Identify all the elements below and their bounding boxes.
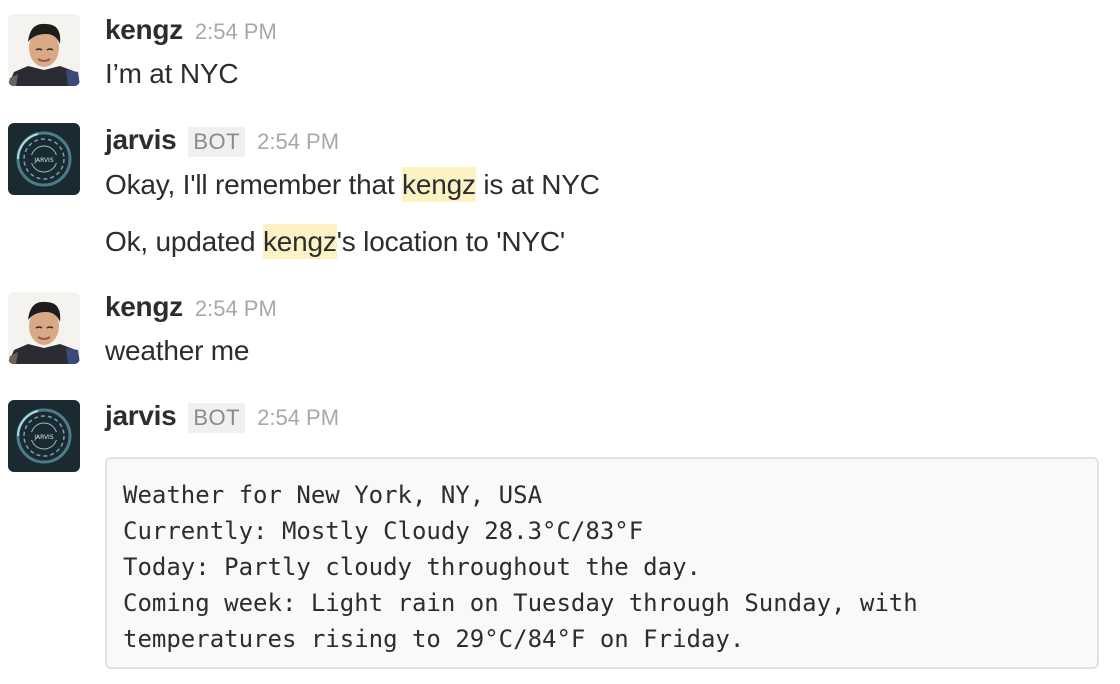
jarvis-avatar[interactable]: JARVIS: [8, 123, 80, 195]
timestamp[interactable]: 2:54 PM: [195, 296, 277, 322]
code-line: Coming week: Light rain on Tuesday throu…: [123, 589, 918, 617]
author-name[interactable]: kengz: [105, 14, 183, 46]
code-line: Currently: Mostly Cloudy 28.3°C/83°F: [123, 517, 644, 545]
timestamp[interactable]: 2:54 PM: [257, 405, 339, 431]
code-line: Weather for New York, NY, USA: [123, 481, 543, 509]
weather-code-block: Weather for New York, NY, USA Currently:…: [105, 457, 1099, 669]
text-segment: is at NYC: [475, 169, 600, 200]
message-header: jarvis BOT 2:54 PM: [105, 400, 339, 436]
author-name[interactable]: kengz: [105, 291, 183, 323]
message-text: weather me: [105, 335, 250, 366]
message-text: Ok, updated kengz's location to 'NYC': [105, 224, 566, 259]
timestamp[interactable]: 2:54 PM: [195, 19, 277, 45]
kengz-avatar[interactable]: [8, 292, 80, 364]
jarvis-avatar-label: JARVIS: [33, 157, 53, 164]
code-block-text: Weather for New York, NY, USA Currently:…: [107, 459, 1097, 657]
bot-badge: BOT: [188, 403, 246, 433]
kengz-avatar[interactable]: [8, 14, 80, 86]
text-segment: Okay, I'll remember that: [105, 169, 403, 200]
mention-highlight[interactable]: kengz: [262, 224, 337, 259]
mention-highlight[interactable]: kengz: [402, 167, 476, 202]
message-header: jarvis BOT 2:54 PM: [105, 124, 339, 160]
message-text: I’m at NYC: [105, 58, 239, 89]
message-header: kengz 2:54 PM: [105, 14, 277, 50]
code-line: Today: Partly cloudy throughout the day.: [123, 553, 701, 581]
author-name[interactable]: jarvis: [105, 400, 177, 432]
text-segment: 's location to 'NYC': [336, 226, 566, 257]
jarvis-avatar-label: JARVIS: [33, 434, 53, 441]
timestamp[interactable]: 2:54 PM: [257, 129, 339, 155]
bot-badge: BOT: [188, 127, 246, 157]
code-line: temperatures rising to 29°C/84°F on Frid…: [123, 625, 745, 653]
message-text: Okay, I'll remember that kengz is at NYC: [105, 167, 600, 202]
text-segment: Ok, updated: [105, 226, 263, 257]
jarvis-avatar[interactable]: JARVIS: [8, 400, 80, 472]
message-header: kengz 2:54 PM: [105, 291, 277, 327]
author-name[interactable]: jarvis: [105, 124, 177, 156]
